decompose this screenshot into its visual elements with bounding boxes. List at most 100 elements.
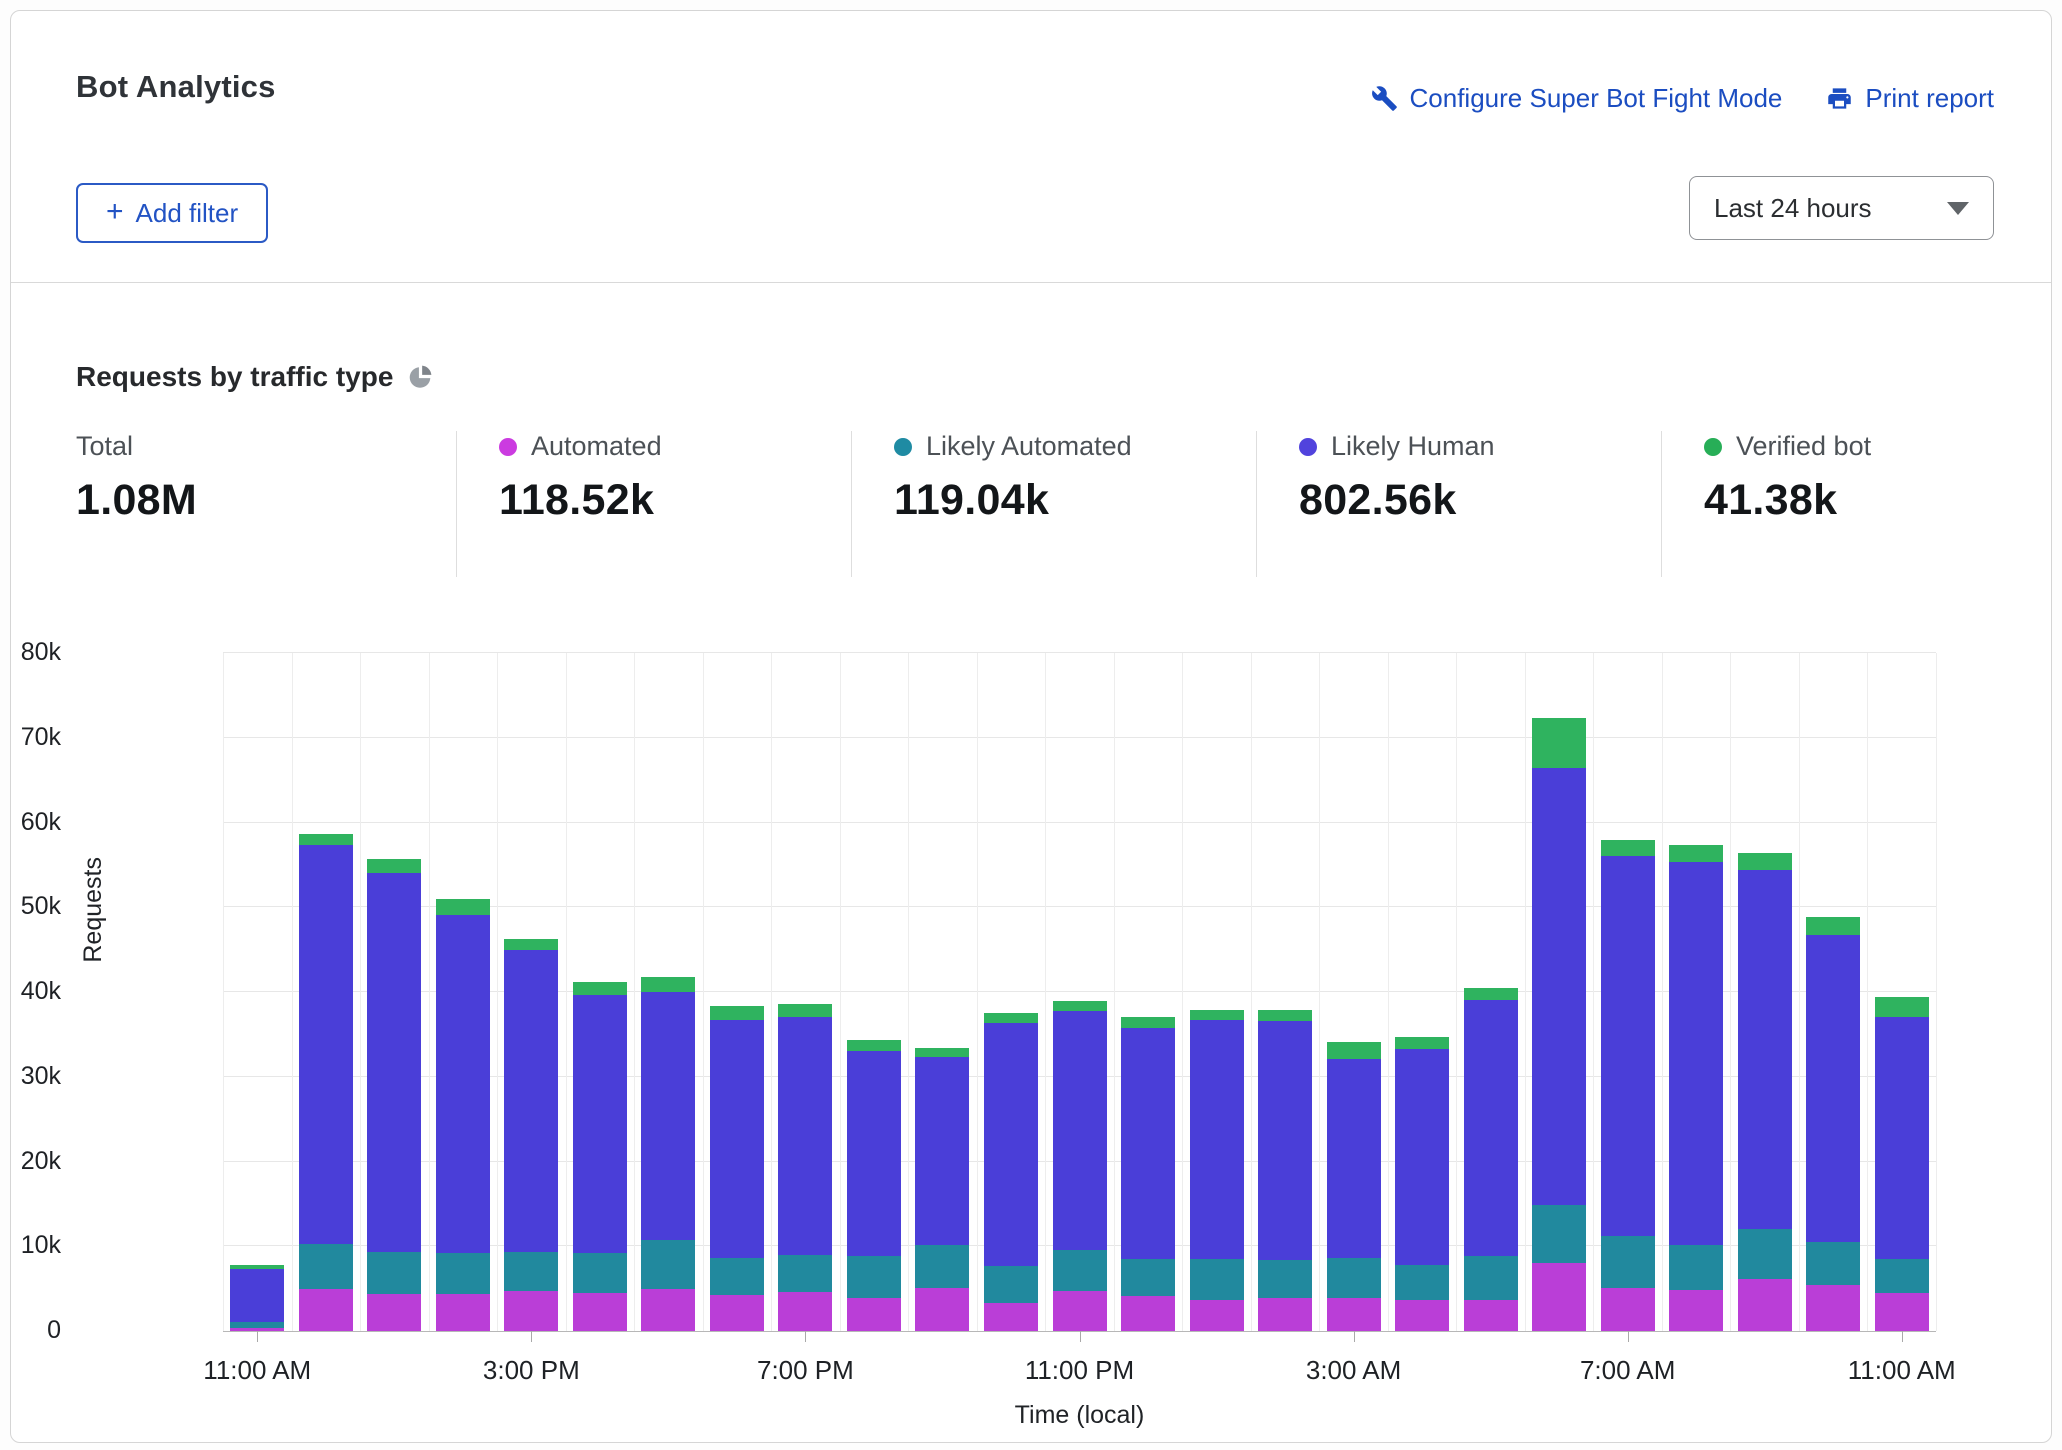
segment-likely-automated	[778, 1255, 832, 1292]
pie-chart-icon	[407, 364, 433, 395]
stat-likely-human-value: 802.56k	[1299, 476, 1651, 525]
stacked-bar-11[interactable]	[984, 1013, 1038, 1331]
stacked-bar-0[interactable]	[230, 1265, 284, 1331]
printer-icon	[1826, 85, 1853, 112]
stacked-bar-19[interactable]	[1532, 718, 1586, 1331]
segment-likely-automated	[1875, 1259, 1929, 1293]
segment-likely-human	[1121, 1028, 1175, 1259]
stat-likely-automated[interactable]: Likely Automated 119.04k	[851, 431, 1256, 577]
stacked-bar-21[interactable]	[1669, 845, 1723, 1331]
stat-likely-human-label: Likely Human	[1331, 431, 1495, 462]
stacked-bar-24[interactable]	[1875, 997, 1929, 1331]
stacked-bar-14[interactable]	[1190, 1010, 1244, 1331]
segment-verified-bot	[1053, 1001, 1107, 1010]
segment-verified-bot	[641, 977, 695, 992]
x-tick-label: 11:00 AM	[157, 1355, 357, 1386]
stacked-bar-22[interactable]	[1738, 853, 1792, 1331]
segment-likely-human	[1395, 1049, 1449, 1265]
stacked-bar-9[interactable]	[847, 1040, 901, 1331]
segment-automated	[504, 1291, 558, 1331]
segment-verified-bot	[710, 1006, 764, 1020]
h-gridline	[223, 737, 1936, 738]
segment-likely-automated	[1532, 1205, 1586, 1263]
stacked-bar-20[interactable]	[1601, 840, 1655, 1331]
segment-automated	[1669, 1290, 1723, 1331]
segment-likely-human	[1806, 935, 1860, 1242]
automated-legend-dot	[499, 438, 517, 456]
segment-automated	[1738, 1279, 1792, 1331]
stat-total: Total 1.08M	[76, 431, 456, 577]
segment-likely-automated	[915, 1245, 969, 1288]
stat-likely-human[interactable]: Likely Human 802.56k	[1256, 431, 1661, 577]
segment-likely-human	[1190, 1020, 1244, 1259]
segment-likely-automated	[1121, 1259, 1175, 1296]
v-gridline	[1799, 653, 1800, 1331]
stat-automated[interactable]: Automated 118.52k	[456, 431, 851, 577]
stacked-bar-10[interactable]	[915, 1048, 969, 1331]
segment-likely-human	[710, 1020, 764, 1258]
segment-likely-automated	[1738, 1229, 1792, 1279]
x-tick-label: 7:00 AM	[1528, 1355, 1728, 1386]
stacked-bar-17[interactable]	[1395, 1037, 1449, 1331]
segment-verified-bot	[436, 899, 490, 915]
segment-automated	[1258, 1298, 1312, 1331]
stacked-bar-13[interactable]	[1121, 1017, 1175, 1331]
add-filter-button[interactable]: + Add filter	[76, 183, 268, 243]
segment-verified-bot	[1806, 917, 1860, 935]
x-tick-label: 11:00 PM	[980, 1355, 1180, 1386]
print-report-link[interactable]: Print report	[1826, 83, 1994, 114]
stacked-bar-23[interactable]	[1806, 917, 1860, 1331]
stacked-bar-6[interactable]	[641, 977, 695, 1331]
header-divider	[11, 282, 2051, 283]
y-tick-label: 50k	[0, 892, 61, 921]
x-axis-title: Time (local)	[223, 1401, 1936, 1430]
segment-automated	[1806, 1285, 1860, 1331]
v-gridline	[1319, 653, 1320, 1331]
stacked-bar-4[interactable]	[504, 939, 558, 1331]
stacked-bar-7[interactable]	[710, 1006, 764, 1331]
segment-likely-human	[1532, 768, 1586, 1204]
segment-likely-automated	[1190, 1259, 1244, 1300]
requests-bar-chart: 010k20k30k40k50k60k70k80k11:00 AM3:00 PM…	[223, 653, 1936, 1331]
configure-super-bot-fight-mode-link[interactable]: Configure Super Bot Fight Mode	[1371, 83, 1783, 114]
segment-automated	[847, 1298, 901, 1331]
wrench-icon	[1371, 85, 1398, 112]
section-heading-row: Requests by traffic type	[76, 361, 433, 393]
time-range-dropdown[interactable]: Last 24 hours	[1689, 176, 1994, 240]
stacked-bar-3[interactable]	[436, 899, 490, 1331]
segment-likely-human	[915, 1057, 969, 1244]
stacked-bar-12[interactable]	[1053, 1001, 1107, 1331]
header-links: Configure Super Bot Fight Mode Print rep…	[1371, 83, 1994, 114]
stacked-bar-16[interactable]	[1327, 1042, 1381, 1331]
segment-automated	[1190, 1300, 1244, 1331]
h-gridline	[223, 652, 1936, 653]
page: Bot Analytics Configure Super Bot Fight …	[0, 0, 2062, 1450]
segment-automated	[641, 1289, 695, 1331]
time-range-value: Last 24 hours	[1714, 193, 1872, 224]
segment-likely-human	[1601, 856, 1655, 1236]
stacked-bar-5[interactable]	[573, 982, 627, 1331]
page-title: Bot Analytics	[76, 69, 276, 105]
segment-verified-bot	[367, 859, 421, 873]
stat-likely-automated-value: 119.04k	[894, 476, 1246, 525]
segment-automated	[1464, 1300, 1518, 1331]
stacked-bar-8[interactable]	[778, 1004, 832, 1331]
segment-automated	[1532, 1263, 1586, 1331]
v-gridline	[1182, 653, 1183, 1331]
y-tick-label: 60k	[0, 808, 61, 837]
segment-automated	[367, 1294, 421, 1331]
y-tick-label: 30k	[0, 1062, 61, 1091]
stacked-bar-1[interactable]	[299, 834, 353, 1331]
stacked-bar-2[interactable]	[367, 859, 421, 1331]
v-gridline	[1114, 653, 1115, 1331]
segment-automated	[1875, 1293, 1929, 1331]
stat-verified-bot-label: Verified bot	[1736, 431, 1871, 462]
segment-likely-automated	[573, 1253, 627, 1293]
stacked-bar-18[interactable]	[1464, 988, 1518, 1331]
stat-verified-bot-value: 41.38k	[1704, 476, 1981, 525]
segment-likely-automated	[1053, 1250, 1107, 1291]
x-tick-mark	[805, 1331, 806, 1342]
stat-verified-bot[interactable]: Verified bot 41.38k	[1661, 431, 1991, 577]
y-tick-label: 0	[0, 1316, 61, 1345]
stacked-bar-15[interactable]	[1258, 1010, 1312, 1331]
